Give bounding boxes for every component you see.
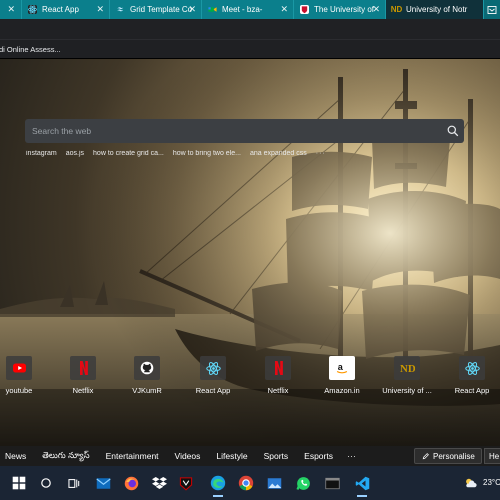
react-icon	[459, 356, 485, 380]
tab-label: The University of	[314, 5, 375, 14]
tab-strip: ✕ React App ✕ Grid Template Co ✕ Meet - …	[0, 0, 500, 19]
news-tab-esports[interactable]: Esports	[296, 451, 341, 461]
chrome-icon[interactable]	[237, 474, 255, 492]
news-bar: News తెలుగు న్యూస్ Entertainment Videos …	[0, 446, 500, 466]
firefox-icon[interactable]	[122, 474, 140, 492]
top-site-label: Netflix	[72, 386, 94, 395]
tab-partial[interactable]: ✕	[0, 0, 22, 19]
tab-actions-icon[interactable]	[484, 0, 500, 19]
news-tab-sports[interactable]: Sports	[256, 451, 297, 461]
meet-icon	[208, 5, 217, 14]
tab-meet[interactable]: Meet - bza- ✕	[202, 0, 294, 19]
top-site-netflix[interactable]: Netflix	[59, 356, 107, 402]
quick-link[interactable]: ana expanded css	[250, 150, 307, 157]
top-site-label: University of ...	[382, 386, 432, 395]
youtube-icon	[6, 356, 32, 380]
news-tab-telugu[interactable]: తెలుగు న్యూస్	[34, 450, 97, 463]
close-icon[interactable]: ✕	[280, 4, 288, 15]
tab-label: React App	[42, 5, 79, 14]
more-quick-links-icon[interactable]: ···	[316, 150, 326, 157]
svg-text:ND: ND	[400, 363, 415, 375]
quick-link[interactable]: aos.js	[66, 150, 84, 157]
terminal-icon[interactable]	[323, 474, 341, 492]
top-site-label: youtube	[5, 386, 33, 395]
close-icon[interactable]: ✕	[372, 4, 380, 15]
photos-icon[interactable]	[265, 474, 283, 492]
notre-dame-icon: ND	[394, 356, 420, 380]
news-tab-videos[interactable]: Videos	[167, 451, 209, 461]
quick-link[interactable]: how to create grid ca...	[93, 150, 164, 157]
personalise-label: Personalise	[433, 451, 475, 461]
tab-label: University of Notr	[406, 5, 468, 14]
top-site-github[interactable]: VJKumR	[123, 356, 171, 402]
notre-dame-icon: ND	[390, 5, 403, 14]
quick-link[interactable]: how to bring two ele...	[173, 150, 241, 157]
university-icon	[300, 5, 309, 14]
more-news-icon[interactable]: ···	[341, 451, 362, 461]
mail-icon[interactable]	[94, 474, 112, 492]
close-icon[interactable]: ✕	[96, 4, 104, 15]
react-icon	[200, 356, 226, 380]
news-tab-news[interactable]: News	[0, 451, 34, 461]
github-icon	[134, 356, 160, 380]
tab-label: Grid Template Co	[130, 5, 193, 14]
taskbar: 23°C	[0, 466, 500, 500]
tab-label: Meet - bza-	[222, 5, 263, 14]
top-site-youtube[interactable]: youtube	[0, 356, 43, 402]
quick-link[interactable]: instagram	[26, 150, 57, 157]
partial-button[interactable]: He	[484, 448, 500, 464]
game-app-icon[interactable]	[177, 474, 195, 492]
netflix-icon	[265, 356, 291, 380]
top-site-label: Amazon.in	[324, 386, 360, 395]
news-tab-lifestyle[interactable]: Lifestyle	[208, 451, 255, 461]
amazon-icon: a	[329, 356, 355, 380]
dropbox-icon[interactable]	[150, 474, 168, 492]
active-app-indicator	[357, 495, 367, 497]
top-site-label: React App	[454, 386, 490, 395]
task-view-icon[interactable]	[64, 474, 82, 492]
active-app-indicator	[213, 495, 223, 497]
top-site-netflix-2[interactable]: Netflix	[254, 356, 302, 402]
weather-icon[interactable]	[462, 474, 480, 492]
tab-grid-template[interactable]: Grid Template Co ✕	[110, 0, 202, 19]
news-tab-entertainment[interactable]: Entertainment	[98, 451, 167, 461]
search-icon[interactable]	[442, 119, 464, 143]
top-site-label: React App	[195, 386, 231, 395]
svg-text:a: a	[338, 362, 344, 372]
whatsapp-icon[interactable]	[294, 474, 312, 492]
quick-links: instagram aos.js how to create grid ca..…	[26, 150, 326, 157]
close-icon[interactable]: ✕	[188, 4, 196, 15]
tailwind-icon	[116, 5, 125, 14]
top-site-react-app-2[interactable]: React App	[448, 356, 496, 402]
tab-notre-dame[interactable]: ND University of Notr	[386, 0, 484, 19]
search-circle-icon[interactable]	[37, 474, 55, 492]
temperature: 23°C	[483, 478, 500, 487]
netflix-icon	[70, 356, 96, 380]
react-icon	[28, 5, 37, 14]
personalise-button[interactable]: Personalise	[414, 448, 482, 464]
vscode-icon[interactable]	[353, 474, 371, 492]
tab-university[interactable]: The University of ✕	[294, 0, 386, 19]
browser-toolbar	[0, 19, 500, 39]
search-box	[25, 119, 464, 143]
search-input[interactable]	[25, 119, 442, 143]
edge-icon[interactable]	[209, 474, 227, 492]
top-site-label: Netflix	[267, 386, 289, 395]
pencil-icon	[422, 453, 429, 460]
bookmark-bar: di Online Assess...	[0, 39, 500, 58]
top-site-label: VJKumR	[132, 386, 162, 395]
windows-start-icon[interactable]	[10, 474, 28, 492]
tab-react-app[interactable]: React App ✕	[22, 0, 110, 19]
top-site-university[interactable]: ND University of ...	[382, 356, 432, 402]
close-icon[interactable]: ✕	[7, 4, 15, 15]
top-site-amazon[interactable]: a Amazon.in	[318, 356, 366, 402]
top-site-react-app[interactable]: React App	[189, 356, 237, 402]
bookmark-item[interactable]: di Online Assess...	[0, 45, 61, 54]
